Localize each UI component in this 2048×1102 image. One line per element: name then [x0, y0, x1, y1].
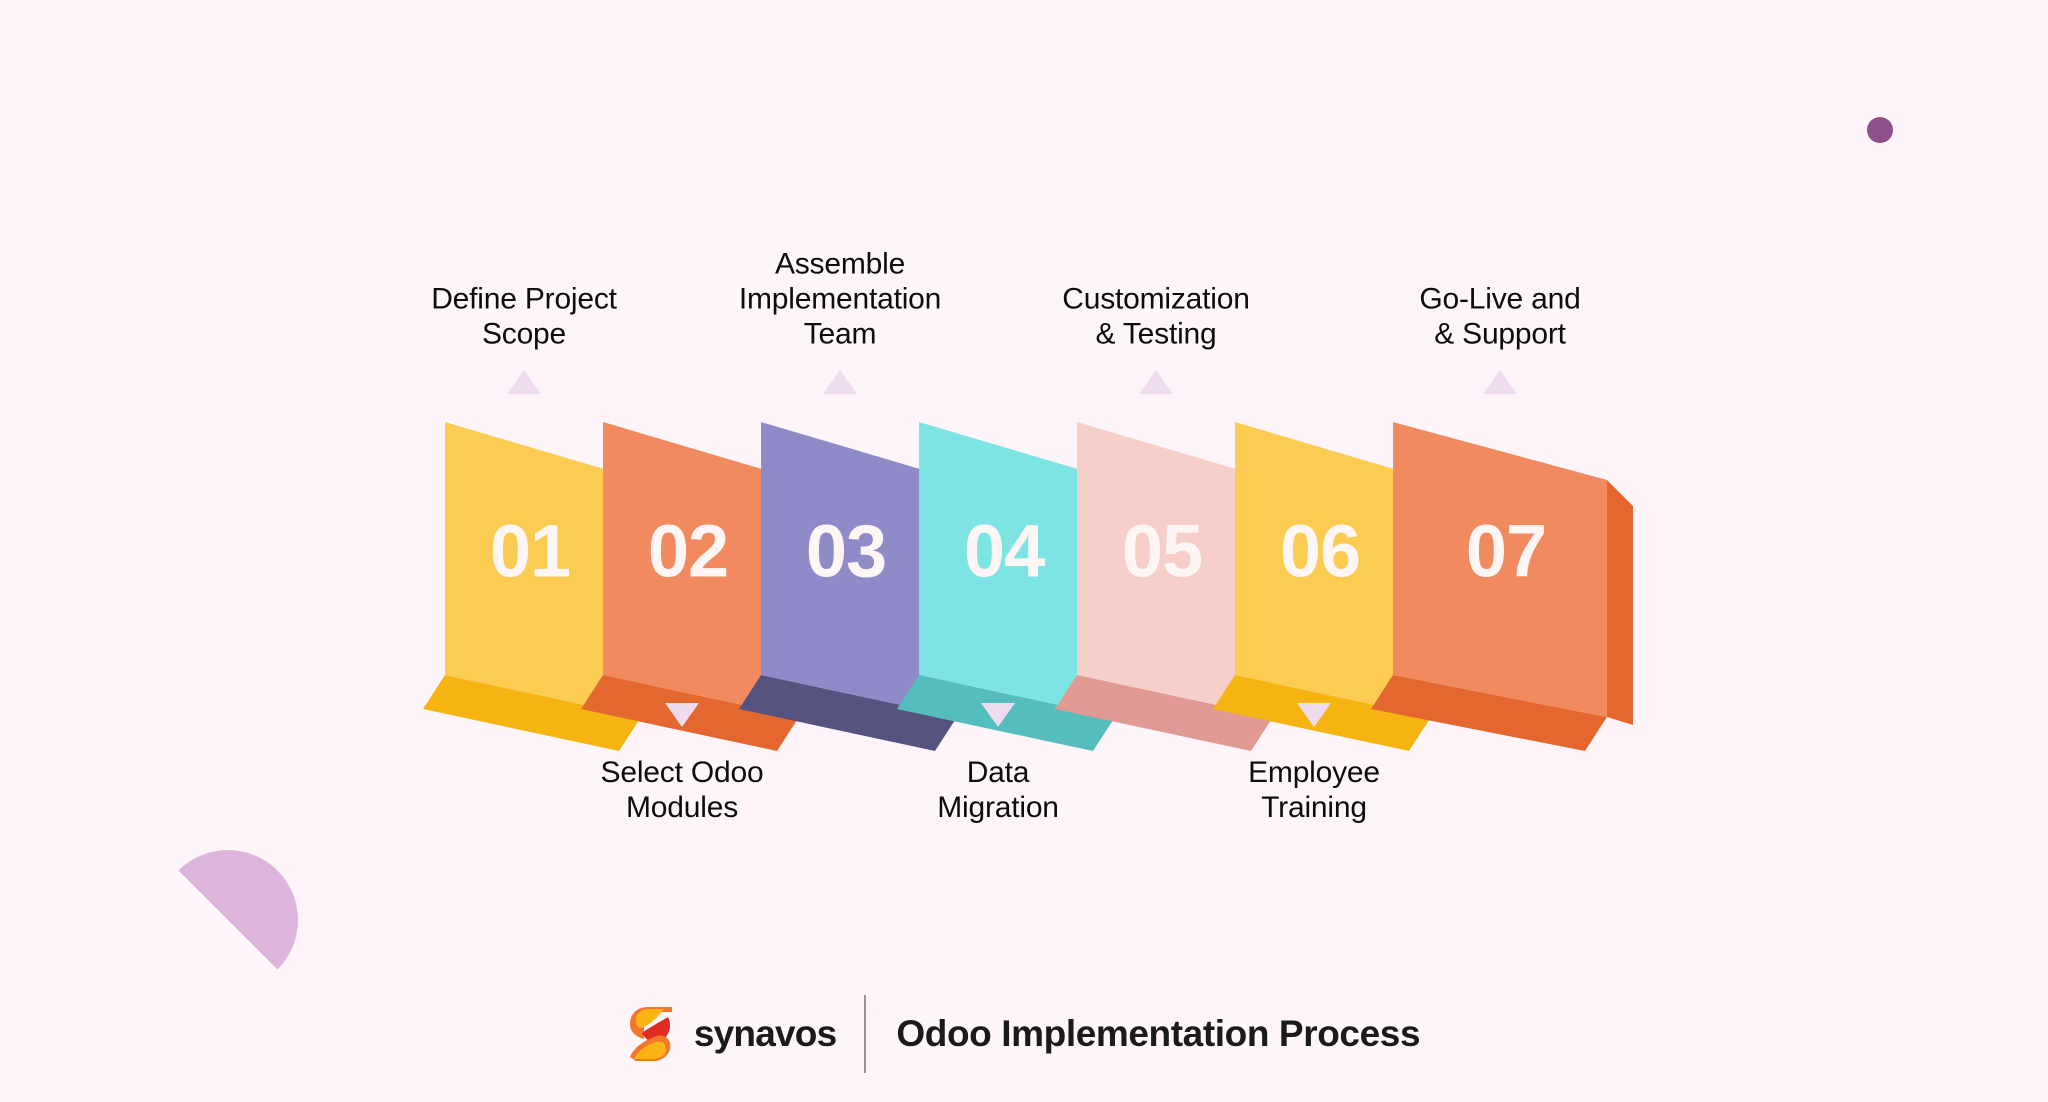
connector-triangle-06: [1297, 703, 1331, 727]
ribbon-svg: 01 02 03 04 05 06 07: [423, 422, 1633, 751]
connector-triangle-04: [981, 703, 1015, 727]
half-disc-shape: [178, 850, 298, 970]
connector-triangle-07: [1483, 370, 1517, 394]
step-label-06: Employee Training: [1248, 756, 1380, 824]
purple-dot: [1867, 117, 1893, 143]
step-label-02: Select Odoo Modules: [600, 756, 764, 824]
step-label-04: Data Migration: [937, 756, 1059, 824]
step-number-06: 06: [1280, 510, 1360, 593]
footer: synavos Odoo Implementation Process: [0, 995, 2048, 1073]
synavos-s-logo-icon: [629, 1007, 672, 1061]
footer-title: Odoo Implementation Process: [896, 1013, 1421, 1054]
step-number-04: 04: [964, 510, 1045, 593]
step-label-05: Customization & Testing: [1062, 282, 1250, 351]
step-number-03: 03: [806, 510, 886, 593]
step-number-01: 01: [490, 510, 570, 593]
step-side-07: [1607, 480, 1633, 725]
step-number-05: 05: [1122, 510, 1202, 593]
connector-triangle-03: [823, 370, 857, 394]
step-label-07: Go-Live and & Support: [1419, 282, 1581, 351]
lavender-half-disc: [138, 830, 318, 1015]
connector-triangle-01: [507, 370, 541, 394]
infographic-canvas: 01 02 03 04 05 06 07 Define Project Scope Selec…: [0, 0, 2048, 1102]
step-number-07: 07: [1466, 510, 1546, 593]
step-label-03: Assemble Implementation Team: [738, 247, 942, 351]
process-ribbon: 01 02 03 04 05 06 07: [400, 400, 1690, 751]
connector-triangle-02: [665, 703, 699, 727]
step-label-01: Define Project Scope: [431, 282, 617, 351]
process-step-07[interactable]: 07: [1371, 422, 1633, 751]
brand-name: synavos: [693, 1013, 837, 1054]
connector-triangle-05: [1139, 370, 1173, 394]
step-number-02: 02: [648, 510, 728, 593]
brand-block: synavos: [628, 1003, 865, 1065]
